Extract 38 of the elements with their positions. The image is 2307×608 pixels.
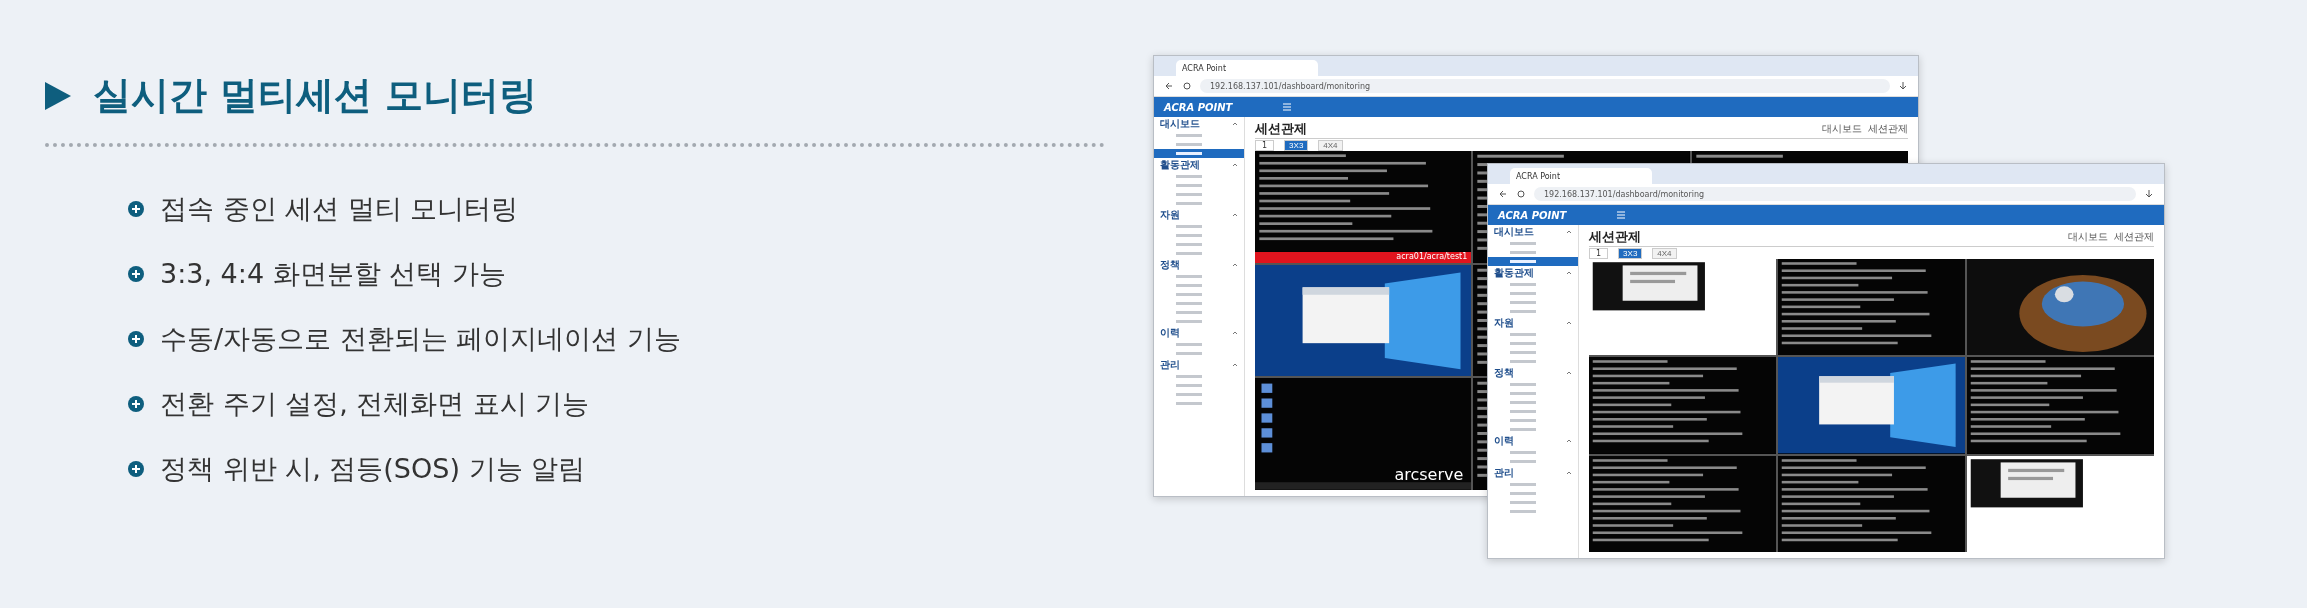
- address-field[interactable]: 192.168.137.101/dashboard/monitoring: [1200, 79, 1890, 93]
- breadcrumb-link[interactable]: 대시보드: [2068, 230, 2108, 244]
- layout-tab[interactable]: 4X4: [1652, 247, 1677, 259]
- breadcrumb-link[interactable]: 세션관제: [1868, 122, 1908, 136]
- brand-text: arcserve: [1394, 465, 1464, 484]
- feature-text: 접속 중인 세션 멀티 모니터링: [160, 192, 519, 226]
- sidebar-section[interactable]: 이력: [1488, 434, 1578, 448]
- logo: ACRA POINT: [1164, 101, 1233, 113]
- feature-text: 정책 위반 시, 점등(SOS) 기능 알림: [160, 452, 586, 486]
- layout-tab[interactable]: 4X4: [1318, 139, 1343, 151]
- browser-tab[interactable]: ACRA Point: [1176, 60, 1318, 76]
- feature-text: 수동/자동으로 전환되는 페이지네이션 기능: [160, 322, 681, 356]
- section-heading: 실시간 멀티세션 모니터링: [93, 72, 538, 119]
- layout-tab[interactable]: 3X3: [1618, 247, 1643, 259]
- sidebar-section[interactable]: 자원: [1488, 316, 1578, 330]
- logo: ACRA POINT: [1498, 209, 1567, 221]
- page-field[interactable]: 1: [1589, 247, 1609, 259]
- sidebar-section[interactable]: 대시보드: [1488, 225, 1578, 239]
- sidebar-section[interactable]: 정책: [1488, 366, 1578, 380]
- sidebar-section[interactable]: 관리: [1154, 358, 1244, 372]
- browser-tab[interactable]: ACRA Point: [1510, 168, 1652, 184]
- breadcrumb-link[interactable]: 대시보드: [1822, 122, 1862, 136]
- feature-text: 전환 주기 설정, 전체화면 표시 기능: [160, 387, 590, 421]
- address-field[interactable]: 192.168.137.101/dashboard/monitoring: [1534, 187, 2136, 201]
- sidebar-section[interactable]: 자원: [1154, 208, 1244, 222]
- sidebar-section[interactable]: 관리: [1488, 466, 1578, 480]
- breadcrumb-link[interactable]: 세션관제: [2114, 230, 2154, 244]
- sidebar-section[interactable]: 대시보드: [1154, 117, 1244, 131]
- layout-tab[interactable]: 3X3: [1284, 139, 1309, 151]
- page-title: 세션관제: [1589, 228, 1641, 246]
- page-title: 세션관제: [1255, 120, 1307, 138]
- sidebar-section[interactable]: 활동관제: [1154, 158, 1244, 172]
- sidebar-section[interactable]: 활동관제: [1488, 266, 1578, 280]
- sidebar-section[interactable]: 정책: [1154, 258, 1244, 272]
- session-caption: acra01/acra/test1: [1255, 251, 1472, 263]
- sidebar-section[interactable]: 이력: [1154, 326, 1244, 340]
- page-field[interactable]: 1: [1255, 139, 1275, 151]
- feature-text: 3:3, 4:4 화면분할 선택 가능: [160, 257, 506, 291]
